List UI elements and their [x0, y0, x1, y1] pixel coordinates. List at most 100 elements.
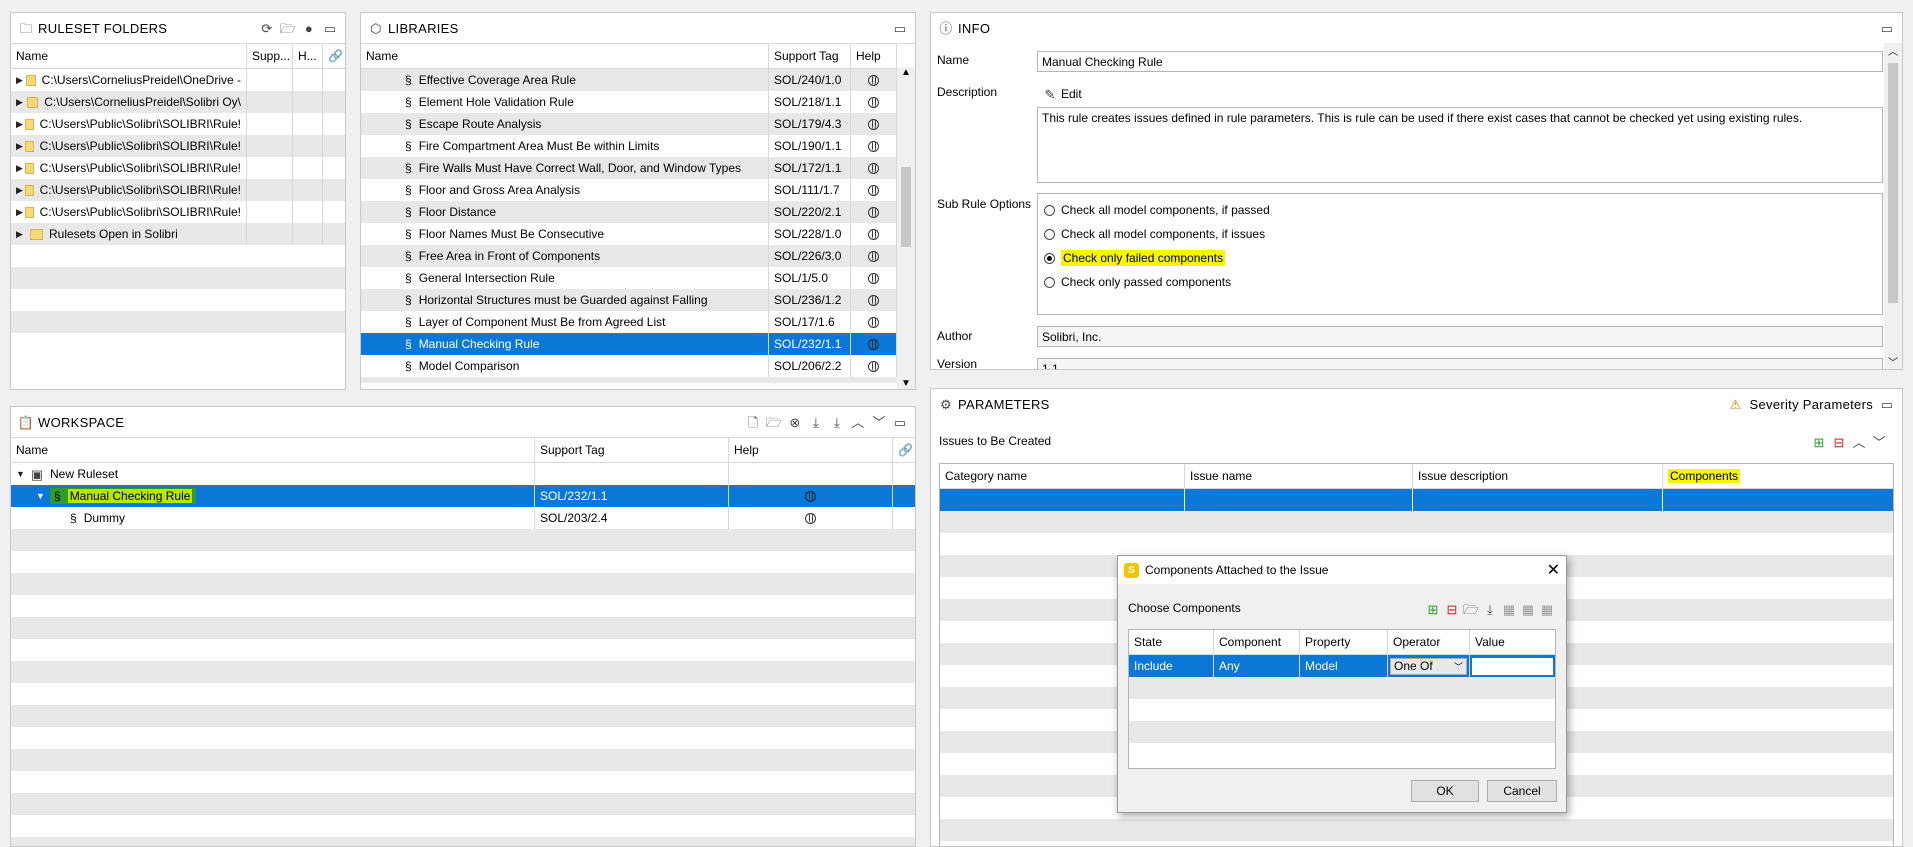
col-name[interactable]: Name [11, 44, 247, 68]
add-row-icon[interactable]: ⊞ [1812, 435, 1826, 449]
cell[interactable] [1663, 489, 1893, 511]
col-property[interactable]: Property [1300, 630, 1388, 654]
col-components[interactable]: Components [1663, 464, 1893, 488]
expand-arrow-icon[interactable]: ▶ [16, 207, 25, 218]
info-scrollbar[interactable]: ︿ ﹀ [1884, 43, 1902, 369]
download-icon[interactable]: ⤓ [809, 415, 823, 429]
workspace-row[interactable]: § Dummy SOL/203/2.4 [11, 507, 915, 529]
globe-icon[interactable] [868, 338, 879, 350]
col-help[interactable]: H... [293, 44, 323, 68]
library-row[interactable]: § Floor Distance SOL/220/2.1 [361, 201, 897, 223]
globe-icon[interactable] [868, 118, 879, 130]
help-cell[interactable] [851, 289, 897, 311]
component-cell[interactable]: Any [1214, 655, 1300, 677]
globe-icon[interactable] [805, 512, 816, 524]
library-row[interactable]: § Escape Route Analysis SOL/179/4.3 [361, 113, 897, 135]
library-row[interactable]: § Floor Names Must Be Consecutive SOL/228… [361, 223, 897, 245]
rule-name-cell[interactable]: § Fire Compartment Area Must Be within Li… [361, 135, 769, 157]
col-support-tag[interactable]: Support Tag [535, 438, 729, 462]
state-cell[interactable]: Include [1129, 655, 1214, 677]
name-field[interactable]: Manual Checking Rule [1037, 51, 1883, 72]
close-icon[interactable]: ✕ [1547, 560, 1560, 580]
close-circle-icon[interactable]: ⊗ [788, 415, 802, 429]
move-up-icon[interactable]: ︿ [1852, 435, 1866, 449]
help-cell[interactable] [851, 311, 897, 333]
name-cell[interactable]: § Dummy [11, 507, 535, 529]
libraries-scrollbar[interactable]: ▲ ▼ [897, 67, 915, 389]
globe-icon[interactable] [868, 294, 879, 306]
col-issue-description[interactable]: Issue description [1413, 464, 1663, 488]
expand-arrow-icon[interactable]: ▶ [16, 141, 25, 152]
col-category-name[interactable]: Category name [940, 464, 1185, 488]
help-cell[interactable] [851, 201, 897, 223]
globe-icon[interactable] [805, 490, 816, 502]
rule-name-cell[interactable]: § Floor and Gross Area Analysis [361, 179, 769, 201]
scroll-up-icon[interactable]: ▲ [897, 67, 915, 78]
value-input[interactable] [1472, 657, 1553, 675]
rule-name-cell[interactable]: § Layer of Component Must Be from Agreed … [361, 311, 769, 333]
folder-name-cell[interactable]: ▶ C:\Users\CorneliusPreidel\OneDrive - [11, 69, 247, 91]
library-row[interactable]: § Model Comparison SOL/206/2.2 [361, 355, 897, 377]
help-cell[interactable] [851, 355, 897, 377]
component-row[interactable]: Include Any Model One Of ﹀ [1129, 655, 1555, 677]
help-cell[interactable] [851, 157, 897, 179]
help-cell[interactable] [851, 267, 897, 289]
rule-name-cell[interactable]: § Manual Checking Rule [361, 333, 769, 355]
col-issue-name[interactable]: Issue name [1185, 464, 1413, 488]
add-row-icon[interactable]: ⊞ [1426, 602, 1440, 616]
globe-icon[interactable] [868, 272, 879, 284]
col-component[interactable]: Component [1214, 630, 1300, 654]
library-row[interactable]: § General Intersection Rule SOL/1/5.0 [361, 267, 897, 289]
expand-arrow-icon[interactable]: ▶ [16, 163, 25, 174]
clipboard-icon[interactable]: ▦ [1540, 602, 1554, 616]
help-cell[interactable] [851, 333, 897, 355]
link-icon[interactable]: 🔗 [893, 438, 915, 462]
rule-name-cell[interactable]: § Escape Route Analysis [361, 113, 769, 135]
folder-name-cell[interactable]: ▶ C:\Users\Public\Solibri\SOLIBRI\Rule! [11, 201, 247, 223]
col-name[interactable]: Name [361, 44, 769, 68]
col-support[interactable]: Supp... [247, 44, 293, 68]
cell[interactable] [1185, 489, 1413, 511]
open-folder-icon[interactable]: 🗁 [1463, 602, 1479, 616]
save-icon[interactable]: ⤓ [1483, 602, 1497, 616]
help-cell[interactable] [729, 463, 893, 485]
rule-name-cell[interactable]: § Floor Distance [361, 201, 769, 223]
move-down-icon[interactable]: ﹀ [872, 415, 886, 429]
help-cell[interactable] [729, 507, 893, 529]
folder-row[interactable]: ▶ C:\Users\Public\Solibri\SOLIBRI\Rule! [11, 113, 345, 135]
maximize-icon[interactable]: ▭ [1880, 21, 1894, 35]
library-row[interactable]: § Floor and Gross Area Analysis SOL/111/1… [361, 179, 897, 201]
expand-arrow-icon[interactable]: ▶ [16, 119, 25, 130]
new-ruleset-icon[interactable]: 🗋 [746, 415, 760, 429]
cell[interactable] [940, 489, 1185, 511]
folder-row[interactable]: ▶ C:\Users\CorneliusPreidel\OneDrive - [11, 69, 345, 91]
library-row[interactable]: § Free Area in Front of Components SOL/22… [361, 245, 897, 267]
cell[interactable] [1413, 489, 1663, 511]
folder-name-cell[interactable]: ▶ C:\Users\Public\Solibri\SOLIBRI\Rule! [11, 157, 247, 179]
rule-name-cell[interactable]: § Floor Names Must Be Consecutive [361, 223, 769, 245]
option-only-passed[interactable]: Check only passed components [1040, 270, 1880, 294]
remove-icon[interactable]: ● [302, 21, 316, 35]
link-icon[interactable]: 🔗 [323, 44, 345, 68]
globe-icon[interactable] [868, 250, 879, 262]
col-support-tag[interactable]: Support Tag [769, 44, 851, 68]
help-cell[interactable] [851, 245, 897, 267]
globe-icon[interactable] [868, 360, 879, 372]
move-up-icon[interactable]: ︿ [851, 415, 865, 429]
workspace-row[interactable]: ▼ § Manual Checking Rule SOL/232/1.1 [11, 485, 915, 507]
globe-icon[interactable] [868, 96, 879, 108]
maximize-icon[interactable]: ▭ [323, 21, 337, 35]
scroll-thumb[interactable] [901, 167, 911, 247]
col-name[interactable]: Name [11, 438, 535, 462]
expand-arrow-icon[interactable]: ▶ [16, 75, 26, 86]
library-row[interactable]: § Horizontal Structures must be Guarded a… [361, 289, 897, 311]
expand-arrow-icon[interactable]: ▶ [16, 185, 25, 196]
move-down-icon[interactable]: ﹀ [1872, 435, 1886, 449]
ok-button[interactable]: OK [1411, 780, 1479, 802]
folder-name-cell[interactable]: ▶ C:\Users\Public\Solibri\SOLIBRI\Rule! [11, 113, 247, 135]
rule-name-cell[interactable]: § Free Area in Front of Components [361, 245, 769, 267]
folder-row[interactable]: ▶ C:\Users\Public\Solibri\SOLIBRI\Rule! [11, 201, 345, 223]
folder-name-cell[interactable]: ▶ Rulesets Open in Solibri [11, 223, 247, 245]
library-row[interactable]: § Element Hole Validation Rule SOL/218/1.… [361, 91, 897, 113]
folder-name-cell[interactable]: ▶ C:\Users\Public\Solibri\SOLIBRI\Rule! [11, 135, 247, 157]
